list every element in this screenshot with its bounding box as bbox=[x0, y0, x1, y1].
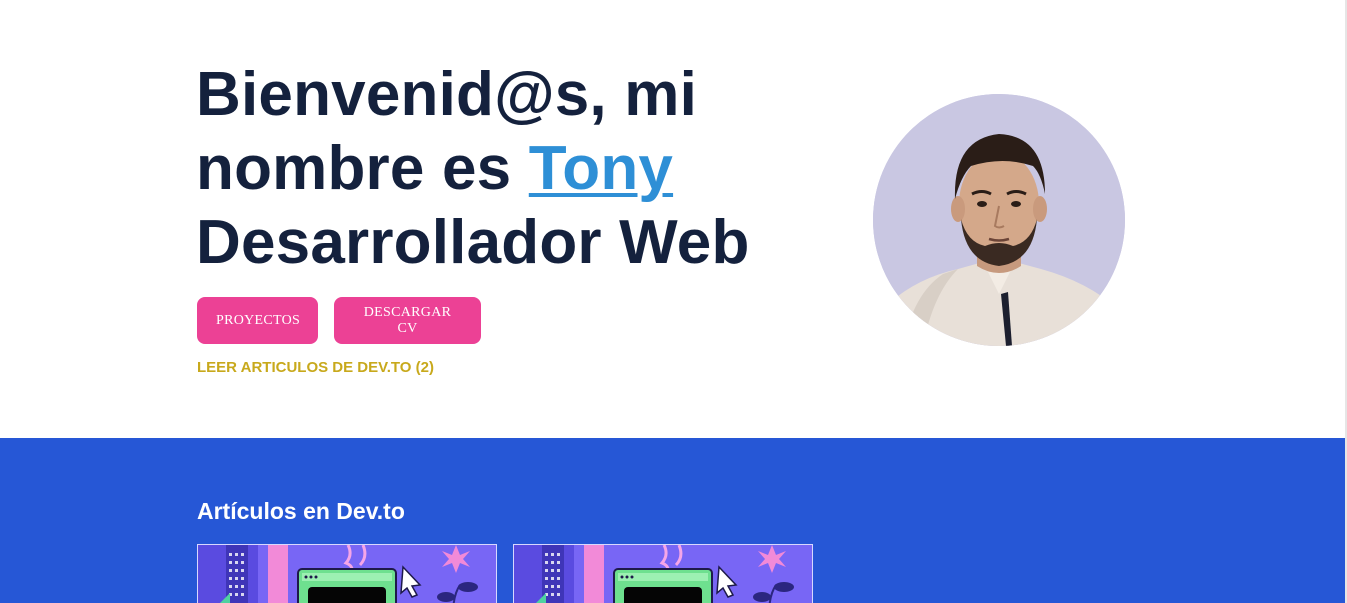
read-articles-link[interactable]: LEER ARTICULOS DE DEV.TO (2) bbox=[197, 359, 434, 376]
article-cover-image bbox=[198, 545, 496, 603]
articles-section-title: Artículos en Dev.to bbox=[197, 498, 405, 524]
hero-title: Bienvenid@s, mi nombre es Tony Desarroll… bbox=[196, 58, 750, 280]
projects-button[interactable]: PROYECTOS bbox=[197, 297, 318, 344]
page: Bienvenid@s, mi nombre es Tony Desarroll… bbox=[0, 0, 1347, 603]
articles-section: Artículos en Dev.to bbox=[0, 438, 1345, 603]
article-cover-image bbox=[514, 545, 812, 603]
hero-section: Bienvenid@s, mi nombre es Tony Desarroll… bbox=[0, 0, 1345, 438]
hero-title-line-2: nombre es Tony bbox=[196, 132, 750, 206]
article-card[interactable] bbox=[513, 544, 813, 603]
hero-title-line-1: Bienvenid@s, mi bbox=[196, 60, 698, 129]
download-cv-button[interactable]: DESCARGAR CV bbox=[334, 297, 481, 344]
name-link[interactable]: Tony bbox=[529, 134, 673, 203]
avatar-portrait bbox=[873, 94, 1125, 346]
avatar bbox=[873, 94, 1125, 346]
article-card[interactable] bbox=[197, 544, 497, 603]
hero-title-prefix: nombre es bbox=[196, 134, 529, 203]
hero-title-line-3: Desarrollador Web bbox=[196, 208, 750, 277]
